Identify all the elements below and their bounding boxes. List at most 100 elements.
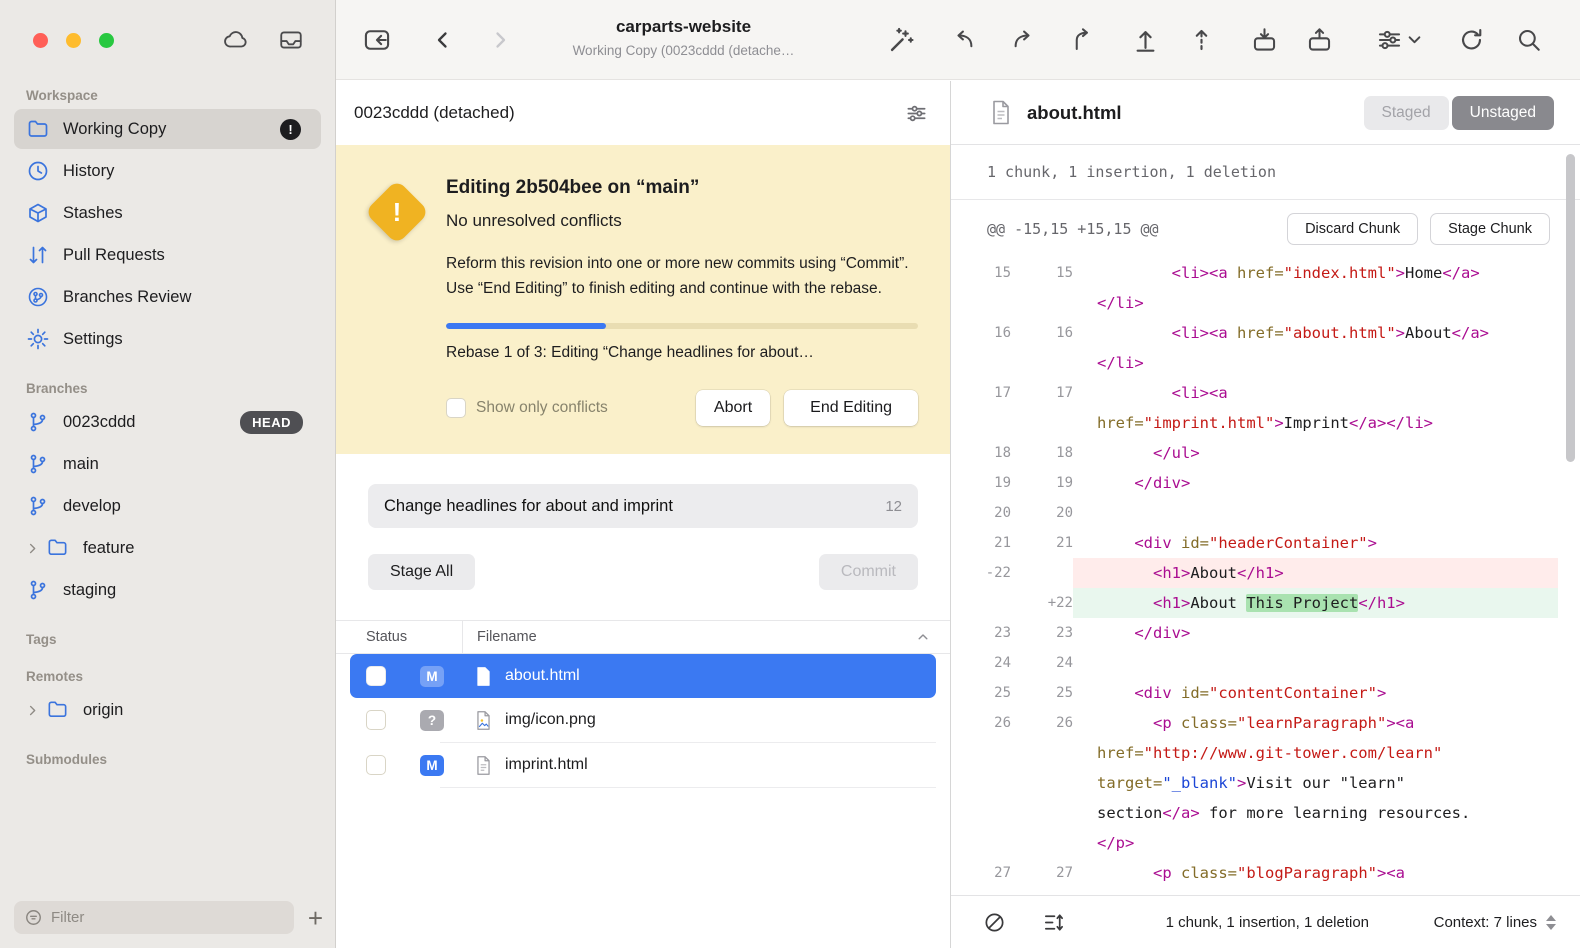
sidebar-item-working-copy[interactable]: Working Copy ! bbox=[14, 109, 321, 149]
sidebar-branch-staging[interactable]: staging bbox=[14, 570, 321, 610]
show-only-conflicts-checkbox[interactable] bbox=[446, 398, 466, 418]
filename-column-header[interactable]: Filename bbox=[462, 621, 916, 653]
diff-line[interactable]: 2727 <p class="blogParagraph"><a href="h… bbox=[951, 858, 1558, 895]
diff-line[interactable]: 2626 <p class="learnParagraph"><a href="… bbox=[951, 708, 1558, 858]
staged-tab[interactable]: Staged bbox=[1364, 96, 1449, 130]
diff-line[interactable]: 2424 bbox=[951, 648, 1558, 678]
ignore-whitespace-icon[interactable] bbox=[983, 911, 1006, 934]
sort-chevron-icon[interactable] bbox=[916, 630, 930, 644]
chevron-down-icon[interactable] bbox=[1408, 33, 1421, 46]
file-row-about-html[interactable]: M about.html bbox=[350, 654, 936, 698]
search-icon[interactable] bbox=[1516, 27, 1542, 53]
sidebar-branch-main[interactable]: main bbox=[14, 444, 321, 484]
zoom-button[interactable] bbox=[99, 33, 114, 48]
filter-input[interactable] bbox=[51, 909, 284, 926]
end-editing-button[interactable]: End Editing bbox=[784, 390, 918, 426]
apply-stash-icon[interactable] bbox=[1306, 26, 1333, 53]
abort-button[interactable]: Abort bbox=[696, 390, 770, 426]
code-line: </ul> bbox=[1073, 438, 1558, 468]
commit-button[interactable]: Commit bbox=[819, 554, 918, 590]
diff-line[interactable]: 2121 <div id="headerContainer"> bbox=[951, 528, 1558, 558]
add-repository-button[interactable]: + bbox=[308, 905, 323, 931]
diff-line[interactable]: -22 <h1>About</h1> bbox=[951, 558, 1558, 588]
rebase-notice-body: Reform this revision into one or more ne… bbox=[446, 251, 918, 301]
stage-chunk-button[interactable]: Stage Chunk bbox=[1430, 213, 1550, 245]
rebase-progress-bar bbox=[446, 323, 918, 329]
stage-checkbox[interactable] bbox=[366, 666, 386, 686]
diff-line[interactable]: 2020 bbox=[951, 498, 1558, 528]
sidebar-item-branches-review[interactable]: Branches Review bbox=[14, 277, 321, 317]
sidebar-toggle-icon[interactable] bbox=[363, 26, 391, 54]
sidebar-remote-origin[interactable]: origin bbox=[14, 690, 321, 730]
diff-line[interactable]: 1919 </div> bbox=[951, 468, 1558, 498]
git-branch-icon bbox=[26, 410, 50, 434]
commit-message-input[interactable] bbox=[384, 497, 875, 516]
new-line-number: 24 bbox=[1011, 648, 1073, 678]
old-line-number: 16 bbox=[951, 318, 1011, 378]
unstaged-tab[interactable]: Unstaged bbox=[1452, 96, 1554, 130]
sidebar-branch-develop[interactable]: develop bbox=[14, 486, 321, 526]
new-line-number: 23 bbox=[1011, 618, 1073, 648]
quick-actions-icon[interactable] bbox=[888, 26, 916, 54]
stash-icon[interactable] bbox=[1251, 26, 1278, 53]
old-line-number: 20 bbox=[951, 498, 1011, 528]
refresh-icon[interactable] bbox=[1458, 26, 1485, 53]
code-line bbox=[1073, 648, 1558, 678]
push-icon[interactable] bbox=[1188, 26, 1215, 53]
sidebar-tree: Workspace Working Copy ! History Stashes… bbox=[0, 82, 335, 888]
sidebar-folder-feature[interactable]: feature bbox=[14, 528, 321, 568]
view-options-icon[interactable] bbox=[1376, 26, 1403, 53]
git-branch-icon bbox=[26, 494, 50, 518]
sidebar-filter-field[interactable] bbox=[14, 901, 294, 934]
diff-line[interactable]: 1616 <li><a href="about.html">About</a><… bbox=[951, 318, 1558, 378]
context-label: Context: 7 lines bbox=[1434, 914, 1537, 931]
scrollbar-thumb[interactable] bbox=[1566, 154, 1575, 462]
stage-checkbox[interactable] bbox=[366, 710, 386, 730]
file-icon bbox=[989, 99, 1013, 126]
pull-icon[interactable] bbox=[1132, 26, 1159, 53]
forward-icon[interactable] bbox=[488, 28, 512, 52]
chevron-right-icon[interactable] bbox=[26, 704, 40, 717]
status-column-header[interactable]: Status bbox=[366, 629, 462, 645]
local-repositories-icon[interactable] bbox=[277, 27, 305, 53]
sidebar-item-stashes[interactable]: Stashes bbox=[14, 193, 321, 233]
merge-icon[interactable] bbox=[1010, 26, 1037, 53]
diff-line[interactable]: +22 <h1>About This Project</h1> bbox=[951, 588, 1558, 618]
sidebar-item-pull-requests[interactable]: Pull Requests bbox=[14, 235, 321, 275]
submodules-section-header: Submodules bbox=[26, 752, 309, 767]
sidebar-item-settings[interactable]: Settings bbox=[14, 319, 321, 359]
sidebar-branch-0023cddd[interactable]: 0023cddd HEAD bbox=[14, 402, 321, 442]
code-line: <h1>About</h1> bbox=[1073, 558, 1558, 588]
close-button[interactable] bbox=[33, 33, 48, 48]
file-row-img-icon-png[interactable]: ? img/icon.png bbox=[350, 698, 936, 742]
new-line-number bbox=[1011, 558, 1073, 588]
sidebar-item-label: Pull Requests bbox=[63, 246, 165, 265]
back-icon[interactable] bbox=[431, 28, 455, 52]
diff-line[interactable]: 1515 <li><a href="index.html">Home</a></… bbox=[951, 258, 1558, 318]
stepper-icon[interactable] bbox=[1546, 915, 1556, 930]
stage-checkbox[interactable] bbox=[366, 755, 386, 775]
diff-footer: 1 chunk, 1 insertion, 1 deletion Context… bbox=[951, 895, 1580, 948]
file-table-header[interactable]: Status Filename bbox=[336, 620, 950, 654]
old-line-number: 25 bbox=[951, 678, 1011, 708]
diff-line[interactable]: 2525 <div id="contentContainer"> bbox=[951, 678, 1558, 708]
code-line: <li><a href="imprint.html">Imprint</a></… bbox=[1073, 378, 1558, 438]
diff-line[interactable]: 2323 </div> bbox=[951, 618, 1558, 648]
code-line: <li><a href="index.html">Home</a></li> bbox=[1073, 258, 1558, 318]
discard-chunk-button[interactable]: Discard Chunk bbox=[1287, 213, 1418, 245]
line-spacing-icon[interactable] bbox=[1042, 911, 1065, 934]
rebase-icon[interactable] bbox=[1070, 26, 1097, 53]
checkout-icon[interactable] bbox=[950, 26, 977, 53]
filter-options-icon[interactable] bbox=[905, 102, 928, 125]
cloud-services-icon[interactable] bbox=[221, 27, 251, 53]
diff-line[interactable]: 1818 </ul> bbox=[951, 438, 1558, 468]
minimize-button[interactable] bbox=[66, 33, 81, 48]
code-line: <li><a href="about.html">About</a></li> bbox=[1073, 318, 1558, 378]
chevron-right-icon[interactable] bbox=[26, 542, 40, 555]
stage-all-button[interactable]: Stage All bbox=[368, 554, 475, 590]
sidebar-item-history[interactable]: History bbox=[14, 151, 321, 191]
commit-message-field[interactable]: 12 bbox=[368, 484, 918, 528]
diff-line[interactable]: 1717 <li><a href="imprint.html">Imprint<… bbox=[951, 378, 1558, 438]
file-row-imprint-html[interactable]: M imprint.html bbox=[350, 743, 936, 787]
context-lines-stepper[interactable]: Context: 7 lines bbox=[1434, 914, 1556, 931]
